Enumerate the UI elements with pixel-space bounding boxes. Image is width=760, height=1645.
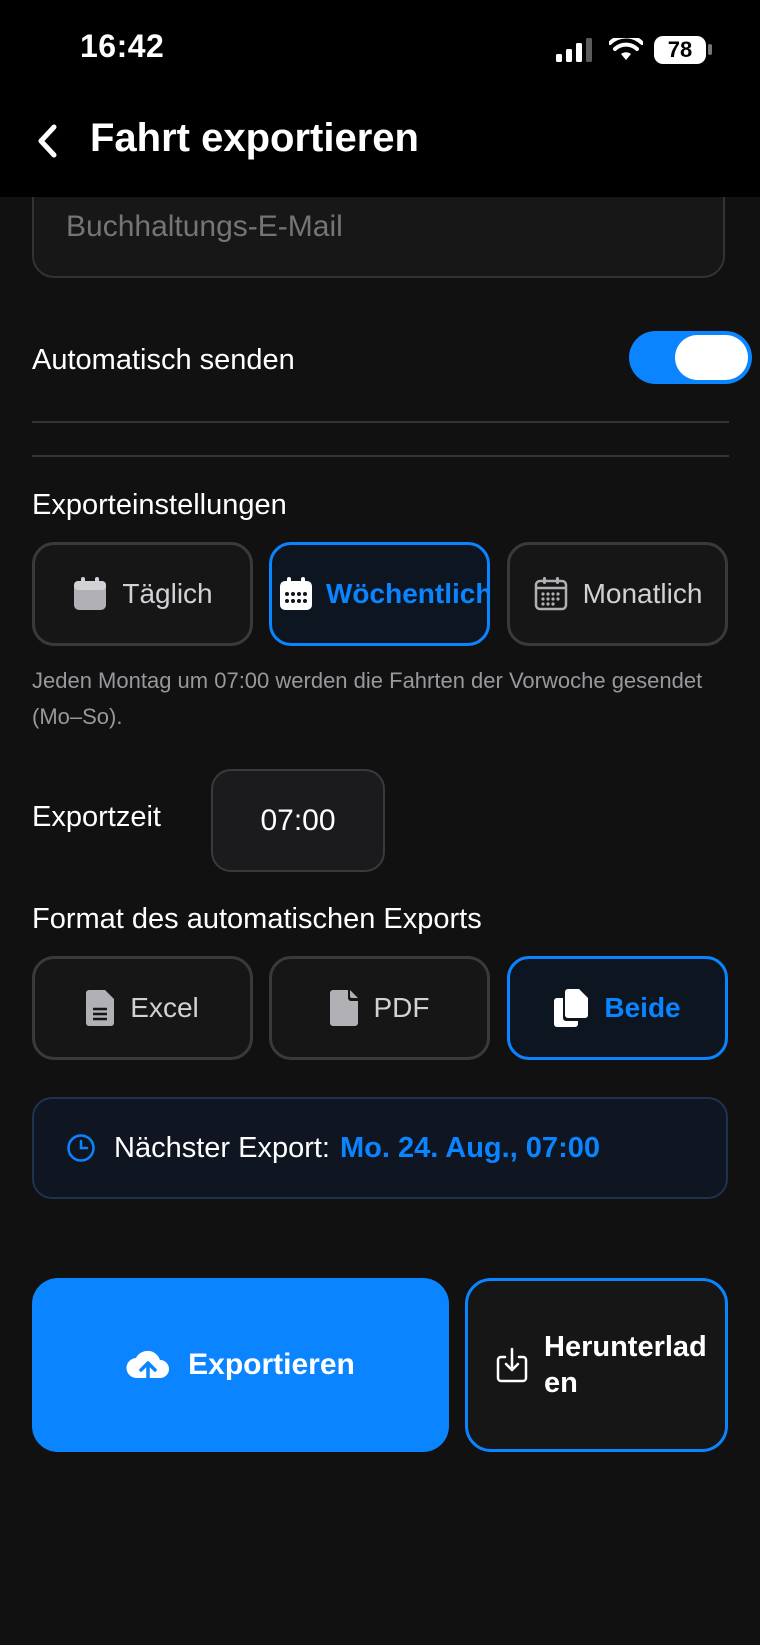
page-title: Fahrt exportieren <box>90 116 419 160</box>
auto-send-toggle[interactable] <box>629 331 752 384</box>
export-time-picker[interactable]: 07:00 <box>211 769 385 872</box>
format-option-label: Beide <box>604 992 681 1023</box>
format-option-label: Excel <box>130 992 199 1023</box>
export-time-label: Exportzeit <box>32 801 161 833</box>
document-icon <box>86 990 115 1026</box>
download-icon <box>496 1347 528 1383</box>
cloud-upload-icon <box>126 1350 170 1382</box>
wifi-icon <box>609 38 643 60</box>
divider <box>32 455 729 457</box>
export-settings-content: Automatisch senden Exporteinstellungen T… <box>0 197 760 1645</box>
format-option-pdf[interactable]: PDF <box>269 956 490 1060</box>
download-button[interactable]: Herunterladen <box>465 1278 728 1452</box>
divider <box>32 421 729 423</box>
back-chevron-icon[interactable] <box>30 116 70 166</box>
frequency-option-label: Monatlich <box>582 578 703 609</box>
frequency-option-label: Wöchentlich <box>326 578 490 609</box>
frequency-option-label: Täglich <box>122 578 213 609</box>
next-export-value: Mo. 24. Aug., 07:00 <box>339 1131 600 1164</box>
frequency-option-monthly[interactable]: Monatlich <box>507 542 728 646</box>
export-button-label: Exportieren <box>188 1348 355 1381</box>
export-settings-heading: Exporteinstellungen <box>32 489 287 521</box>
calendar-month-icon <box>534 577 567 611</box>
accounting-email-input[interactable] <box>66 210 666 244</box>
frequency-hint: Jeden Montag um 07:00 werden die Fahrten… <box>32 668 703 729</box>
next-export-banner: Nächster Export: Mo. 24. Aug., 07:00 <box>32 1097 728 1199</box>
export-time-value: 07:00 <box>260 803 336 837</box>
auto-send-label: Automatisch senden <box>32 344 295 376</box>
format-option-excel[interactable]: Excel <box>32 956 253 1060</box>
toggle-knob <box>675 335 748 380</box>
status-time: 16:42 <box>80 28 165 64</box>
calendar-week-icon <box>280 577 312 610</box>
battery-indicator: 78 <box>654 36 706 64</box>
battery-level: 78 <box>667 37 693 62</box>
download-button-label: Herunterladen <box>544 1331 707 1399</box>
copy-icon <box>554 989 589 1027</box>
clock-icon <box>67 1134 95 1162</box>
next-export-prefix: Nächster Export: <box>114 1131 330 1164</box>
format-heading: Format des automatischen Exports <box>32 903 482 935</box>
frequency-option-weekly[interactable]: Wöchentlich <box>269 542 490 646</box>
format-option-label: PDF <box>373 992 430 1023</box>
accounting-email-field[interactable] <box>32 197 725 278</box>
export-button[interactable]: Exportieren <box>32 1278 449 1452</box>
calendar-day-icon <box>74 577 107 610</box>
format-option-both[interactable]: Beide <box>507 956 728 1060</box>
frequency-option-daily[interactable]: Täglich <box>32 542 253 646</box>
battery-cap <box>708 44 712 55</box>
signal-icon <box>556 38 592 62</box>
file-icon <box>329 990 358 1026</box>
